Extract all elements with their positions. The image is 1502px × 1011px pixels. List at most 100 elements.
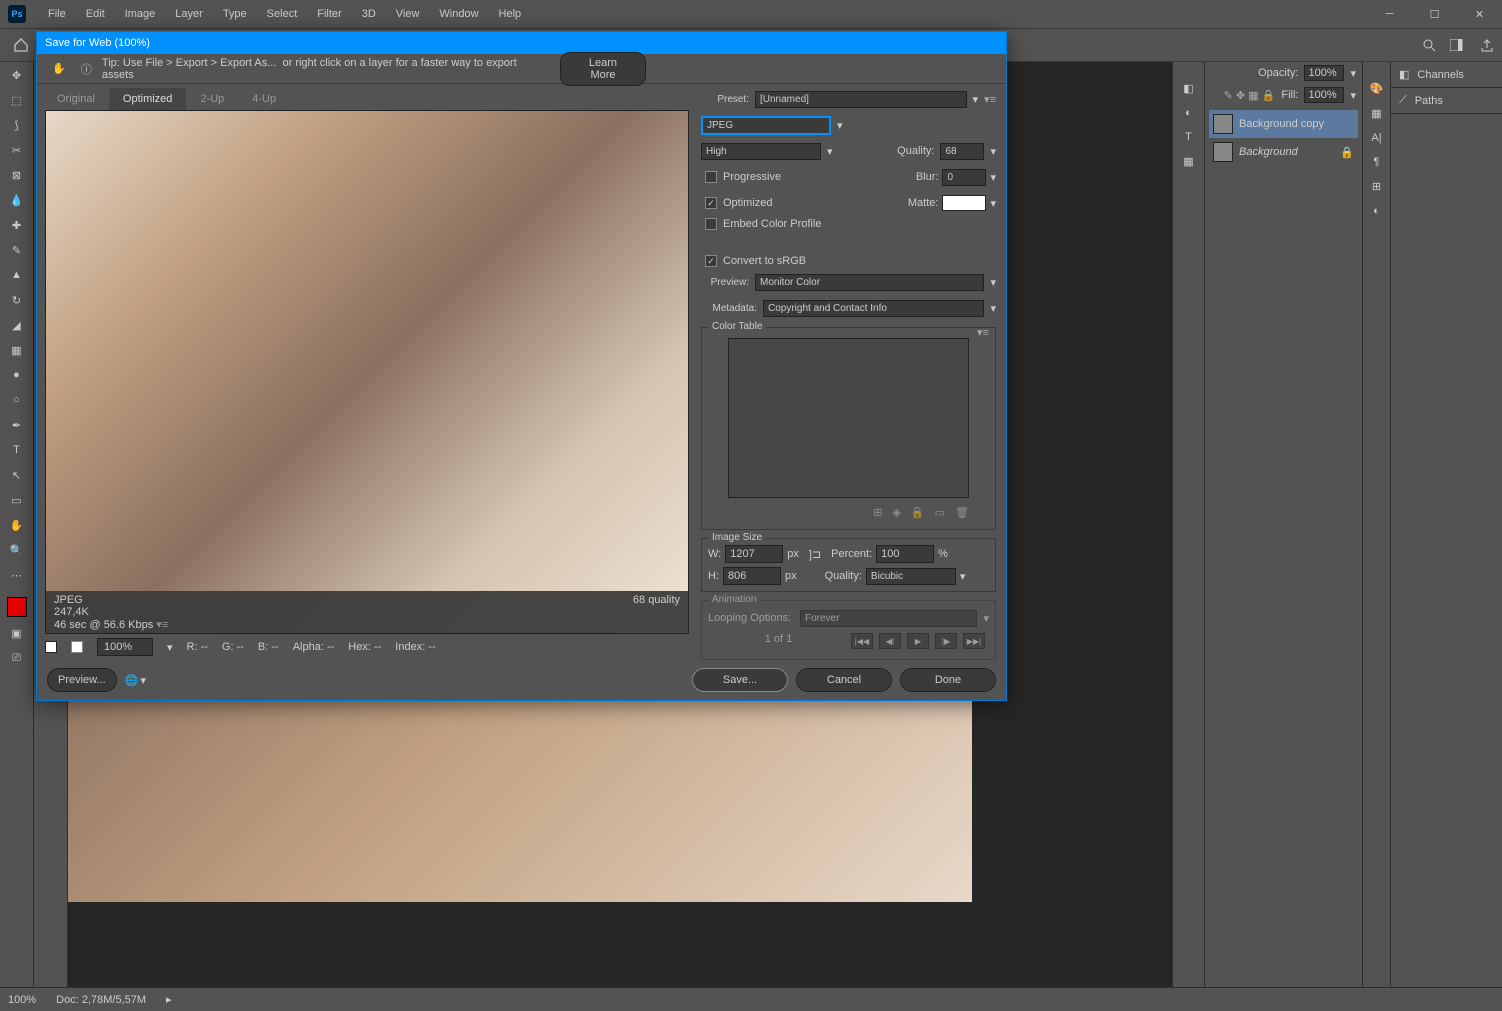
convert-srgb-checkbox[interactable] <box>705 255 717 267</box>
search-icon[interactable] <box>1422 38 1436 52</box>
optimized-checkbox[interactable] <box>705 197 717 209</box>
dialog-title-bar[interactable]: Save for Web (100%) <box>37 32 1006 54</box>
height-input[interactable] <box>723 567 781 585</box>
channels-tab[interactable]: ◧ Channels <box>1391 62 1502 88</box>
chevron-down-icon[interactable]: ▾ <box>990 276 996 289</box>
heal-tool-icon[interactable]: ✚ <box>5 216 29 234</box>
lock-icons[interactable]: ✎ ✥ ▦ 🔒 <box>1224 89 1276 102</box>
pen-tool-icon[interactable]: ✒ <box>5 416 29 434</box>
quality-input[interactable] <box>940 143 984 160</box>
more-tools-icon[interactable]: ⋯ <box>5 566 29 584</box>
dodge-tool-icon[interactable]: ○ <box>5 391 29 409</box>
color-wheel-icon[interactable]: 🎨 <box>1370 82 1384 95</box>
window-close-button[interactable]: ✕ <box>1457 0 1502 28</box>
menu-window[interactable]: Window <box>429 8 488 20</box>
save-button[interactable]: Save... <box>692 668 788 692</box>
first-frame-button[interactable]: |◀◀ <box>851 633 873 649</box>
menu-view[interactable]: View <box>386 8 430 20</box>
flyout-menu-icon[interactable]: ▾≡ <box>977 326 989 339</box>
screenmode-icon[interactable]: ⎚ <box>5 649 29 667</box>
layer-thumbnail[interactable] <box>1213 114 1233 134</box>
chevron-down-icon[interactable]: ▾ <box>990 302 996 315</box>
home-button[interactable] <box>8 32 34 58</box>
percent-input[interactable] <box>876 545 934 563</box>
foreground-color-swatch[interactable] <box>7 597 27 617</box>
menu-image[interactable]: Image <box>115 8 166 20</box>
marquee-tool-icon[interactable]: ⬚ <box>5 91 29 109</box>
format-select[interactable]: JPEG <box>701 116 831 135</box>
tab-optimized[interactable]: Optimized <box>109 88 187 110</box>
eraser-tool-icon[interactable]: ◢ <box>5 316 29 334</box>
play-button[interactable]: ▶ <box>907 633 929 649</box>
chevron-down-icon[interactable]: ▾ <box>990 145 996 158</box>
status-chevron-icon[interactable]: ▸ <box>166 993 172 1006</box>
chevron-down-icon[interactable]: ▾ <box>140 674 146 687</box>
path-tool-icon[interactable]: ↖ <box>5 466 29 484</box>
preview-image[interactable]: JPEG68 quality 247,4K 46 sec @ 56.6 Kbps… <box>45 110 689 634</box>
menu-filter[interactable]: Filter <box>307 8 351 20</box>
chevron-down-icon[interactable]: ▾ <box>827 145 833 158</box>
fill-input[interactable]: 100% <box>1304 87 1344 103</box>
ct-new-icon[interactable]: ▭ <box>935 506 945 519</box>
chevron-down-icon[interactable]: ▾ <box>837 119 843 132</box>
color-panel-icon[interactable]: ◧ <box>1183 82 1193 95</box>
chevron-down-icon[interactable]: ▾ <box>990 197 996 210</box>
next-frame-button[interactable]: |▶ <box>935 633 957 649</box>
preset-select[interactable]: [Unnamed] <box>755 91 967 108</box>
menu-edit[interactable]: Edit <box>76 8 115 20</box>
history-brush-tool-icon[interactable]: ↻ <box>5 291 29 309</box>
blur-input[interactable] <box>942 169 986 186</box>
flyout-icon[interactable]: ▾≡ <box>156 619 168 631</box>
width-input[interactable] <box>725 545 783 563</box>
cancel-button[interactable]: Cancel <box>796 668 892 692</box>
slice-select-icon[interactable] <box>45 641 57 653</box>
embed-profile-checkbox[interactable] <box>705 218 717 230</box>
last-frame-button[interactable]: ▶▶| <box>963 633 985 649</box>
ct-delete-icon[interactable]: 🗑 <box>955 506 969 519</box>
menu-3d[interactable]: 3D <box>352 8 386 20</box>
quality-preset-select[interactable]: High <box>701 143 821 160</box>
paths-tab[interactable]: ⟋ Paths <box>1391 88 1502 114</box>
menu-select[interactable]: Select <box>257 8 308 20</box>
type-panel-icon[interactable]: T <box>1185 131 1192 143</box>
progressive-checkbox[interactable] <box>705 171 717 183</box>
color-table[interactable] <box>728 338 969 498</box>
move-tool-icon[interactable]: ✥ <box>5 66 29 84</box>
status-zoom[interactable]: 100% <box>8 994 36 1006</box>
quickmask-icon[interactable]: ▣ <box>5 624 29 642</box>
menu-type[interactable]: Type <box>213 8 257 20</box>
lasso-tool-icon[interactable]: ⟆ <box>5 116 29 134</box>
eyedropper-tool-icon[interactable]: 💧 <box>5 191 29 209</box>
tab-4up[interactable]: 4-Up <box>238 88 290 110</box>
done-button[interactable]: Done <box>900 668 996 692</box>
workspace-icon[interactable] <box>1450 39 1466 51</box>
link-icon[interactable]: ]⊐ <box>809 548 821 561</box>
layer-row[interactable]: Background copy <box>1209 110 1358 138</box>
layer-name[interactable]: Background copy <box>1239 118 1324 130</box>
browser-icon[interactable]: 🌐▾ <box>125 674 146 687</box>
opacity-input[interactable]: 100% <box>1304 65 1344 81</box>
chevron-down-icon[interactable]: ▾ <box>167 641 173 654</box>
tab-original[interactable]: Original <box>43 88 109 110</box>
chevron-down-icon[interactable]: ▾ <box>1350 67 1356 80</box>
type-tool-icon[interactable]: T <box>5 441 29 459</box>
hand-tool-icon[interactable]: ✋ <box>5 516 29 534</box>
learn-more-button[interactable]: Learn More <box>560 52 646 86</box>
chevron-down-icon[interactable]: ▾ <box>960 570 966 583</box>
layer-name[interactable]: Background <box>1239 146 1298 158</box>
slice-visibility-icon[interactable] <box>71 641 83 653</box>
ct-shift-icon[interactable]: ◈ <box>892 506 900 519</box>
hand-tool-icon[interactable]: ✋ <box>47 57 71 81</box>
zoom-select[interactable]: 100% <box>97 638 153 656</box>
preview-select[interactable]: Monitor Color <box>755 274 984 291</box>
libraries-icon[interactable]: ⊞ <box>1372 180 1381 193</box>
shape-tool-icon[interactable]: ▭ <box>5 491 29 509</box>
share-icon[interactable] <box>1480 38 1494 52</box>
frame-tool-icon[interactable]: ⊠ <box>5 166 29 184</box>
styles-icon[interactable]: ▦ <box>1183 155 1193 168</box>
menu-file[interactable]: File <box>38 8 76 20</box>
window-minimize-button[interactable]: ─ <box>1367 0 1412 28</box>
swatches-icon[interactable]: ▦ <box>1371 107 1381 120</box>
chevron-down-icon[interactable]: ▾ <box>973 93 979 106</box>
tab-2up[interactable]: 2-Up <box>186 88 238 110</box>
